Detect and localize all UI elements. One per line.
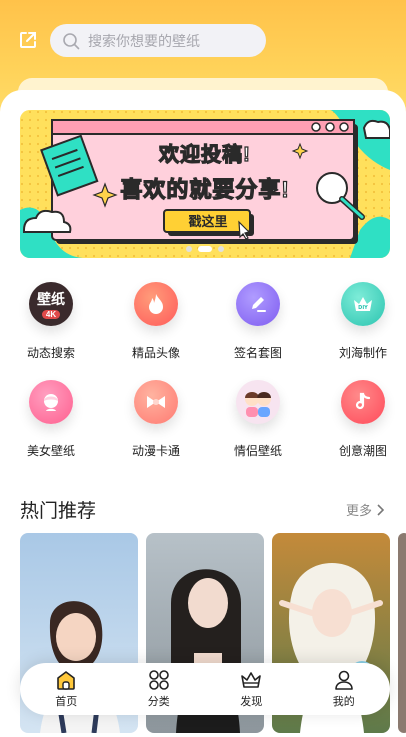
category-creative-trend[interactable]: 创意潮图: [318, 380, 406, 459]
share-icon[interactable]: [18, 30, 38, 50]
user-icon: [334, 670, 353, 690]
tab-label: 我的: [332, 696, 355, 708]
category-anime-cartoon[interactable]: 动漫卡通: [111, 380, 201, 459]
search-placeholder: 搜索你想要的壁纸: [88, 32, 200, 49]
carousel-dot[interactable]: [218, 246, 224, 252]
flame-icon: [134, 282, 178, 326]
grid-icon: [148, 670, 169, 690]
section-title: 热门推荐: [20, 501, 97, 522]
more-link[interactable]: 更多: [346, 500, 384, 519]
music-note-icon: [341, 380, 385, 424]
tab-mine[interactable]: 我的: [314, 669, 374, 709]
category-label: 创意潮图: [338, 444, 387, 458]
category-beauty-wallpaper[interactable]: 美女壁纸: [6, 380, 96, 459]
category-label: 刘海制作: [338, 346, 387, 360]
home-icon: [57, 671, 76, 690]
banner-carousel[interactable]: 欢迎投稿! 喜欢的就要分享! 戳这里: [20, 110, 390, 258]
category-label: 签名套图: [233, 346, 282, 360]
category-premium-avatar[interactable]: 精品头像: [111, 282, 201, 361]
category-label: 美女壁纸: [26, 444, 75, 458]
tab-category[interactable]: 分类: [129, 669, 189, 709]
pen-icon: [236, 282, 280, 326]
carousel-indicator[interactable]: [20, 246, 390, 252]
bow-icon: [134, 380, 178, 424]
category-label: 精品头像: [131, 346, 180, 360]
tab-label: 分类: [147, 696, 170, 708]
crown-icon: DIY: [341, 282, 385, 326]
tab-home[interactable]: 首页: [36, 669, 96, 709]
tab-label: 发现: [240, 696, 263, 708]
banner-title-line2: 喜欢的就要分享!: [120, 176, 290, 202]
recommend-card-partial[interactable]: [398, 533, 406, 733]
banner-title-line1: 欢迎投稿!: [159, 143, 251, 166]
search-icon: [63, 32, 80, 49]
category-label: 动漫卡通: [131, 444, 180, 458]
category-dynamic-search[interactable]: 壁纸 4K 动态搜索: [6, 282, 96, 361]
search-input[interactable]: 搜索你想要的壁纸: [50, 24, 266, 57]
tab-label: 首页: [55, 696, 78, 708]
carousel-dot[interactable]: [186, 246, 192, 252]
wallpaper-4k-icon: 壁纸 4K: [29, 282, 73, 326]
couple-icon: [236, 380, 280, 424]
carousel-dot-active[interactable]: [198, 246, 212, 252]
category-couple-wallpaper[interactable]: 情侣壁纸: [213, 380, 303, 459]
category-label: 动态搜索: [26, 346, 75, 360]
category-signature-set[interactable]: 签名套图: [213, 282, 303, 361]
category-label: 情侣壁纸: [233, 444, 282, 458]
chevron-right-icon: [377, 503, 384, 516]
crown-icon: [241, 672, 262, 688]
banner-cta-button[interactable]: 戳这里: [165, 212, 251, 232]
svg-text:DIY: DIY: [358, 305, 368, 311]
tab-discover[interactable]: 发现: [221, 669, 281, 709]
more-label: 更多: [345, 503, 372, 518]
girl-icon: [29, 380, 73, 424]
category-notch-diy[interactable]: DIY 刘海制作: [318, 282, 406, 361]
bottom-tab-bar: 首页 分类 发现 我的: [20, 663, 390, 715]
